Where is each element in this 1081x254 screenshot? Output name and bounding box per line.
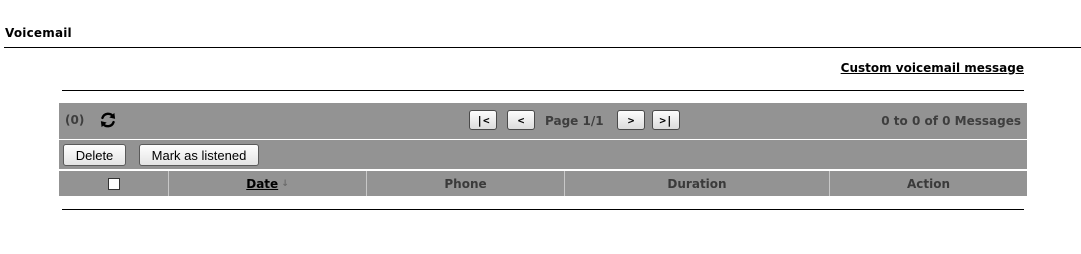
- next-page-button[interactable]: >: [617, 110, 645, 130]
- title-divider: [4, 47, 1081, 48]
- custom-voicemail-message-link[interactable]: Custom voicemail message: [841, 61, 1024, 75]
- date-sort-link[interactable]: Date: [246, 177, 278, 191]
- delete-button[interactable]: Delete: [63, 144, 126, 166]
- table-header: Date ↓ Phone Duration Action: [59, 171, 1027, 196]
- toolbar: (0) |< < Page 1/1 > >| 0 to 0 of 0 Messa…: [59, 103, 1027, 140]
- header-select-cell: [59, 171, 169, 196]
- sort-arrow-icon: ↓: [281, 178, 289, 189]
- top-divider: [62, 90, 1024, 91]
- select-all-checkbox[interactable]: [107, 177, 120, 190]
- header-phone: Phone: [367, 171, 565, 196]
- action-bar: Delete Mark as listened: [59, 140, 1027, 169]
- prev-page-button[interactable]: <: [507, 110, 535, 130]
- first-page-button[interactable]: |<: [469, 110, 497, 130]
- message-range: 0 to 0 of 0 Messages: [881, 114, 1021, 128]
- mark-as-listened-button[interactable]: Mark as listened: [139, 144, 259, 166]
- header-action: Action: [906, 176, 951, 191]
- page-title: Voicemail: [5, 26, 72, 40]
- message-count: (0): [65, 113, 85, 127]
- page-indicator: Page 1/1: [545, 114, 604, 128]
- bottom-divider: [62, 209, 1024, 210]
- header-date: Date ↓: [169, 171, 367, 196]
- header-duration: Duration: [565, 171, 830, 196]
- refresh-icon[interactable]: [99, 111, 117, 129]
- last-page-button[interactable]: >|: [652, 110, 680, 130]
